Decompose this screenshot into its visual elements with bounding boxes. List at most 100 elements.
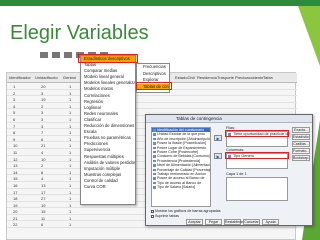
table-cell[interactable]: 1 [69, 163, 71, 168]
table-cell[interactable]: 3 [41, 91, 43, 96]
table-cell[interactable]: 3 [41, 124, 43, 129]
dialog-side-button[interactable]: Casillas... [292, 140, 310, 147]
decoration-triangle-top [298, 6, 320, 66]
table-cell[interactable]: 21 [41, 143, 45, 148]
table-cell[interactable]: 6 [13, 117, 15, 122]
table-cell[interactable]: 11 [41, 216, 45, 221]
table-cell[interactable]: 15 [41, 209, 45, 214]
table-row[interactable]: 4 2 1 [7, 103, 297, 110]
table-cell[interactable]: 8 [13, 130, 15, 135]
table-cell[interactable]: 16 [13, 183, 17, 188]
menu-item[interactable]: Análisis de valores perdidos [81, 160, 135, 166]
table-cell[interactable]: 1 [69, 150, 71, 155]
table-cell[interactable]: 17 [13, 190, 17, 195]
table-cell[interactable]: 1 [69, 196, 71, 201]
table-cell[interactable]: 11 [13, 150, 17, 155]
variable-list[interactable]: Identificación del cuestionario Unidad Es… [151, 127, 211, 207]
table-cell[interactable]: 1 [69, 203, 71, 208]
table-cell[interactable]: 20 [41, 84, 45, 89]
dialog-side-button[interactable]: Formato... [292, 147, 310, 154]
col-header[interactable]: Precioaccidente [235, 75, 263, 80]
col-header[interactable]: Residencia [197, 75, 217, 80]
table-cell[interactable]: 2 [41, 104, 43, 109]
table-cell[interactable]: 17 [41, 190, 45, 195]
bar-chart-checkbox[interactable]: Mostrar los gráficos de barras agrupadas [151, 209, 221, 213]
table-row[interactable]: 3 19 1 [7, 96, 297, 103]
dialog-bottom-button[interactable]: Cancelar [243, 219, 260, 225]
table-cell[interactable]: 1 [69, 110, 71, 115]
table-cell[interactable]: 1 [13, 84, 15, 89]
table-cell[interactable]: 1 [69, 183, 71, 188]
table-cell[interactable]: 1 [69, 176, 71, 181]
table-cell[interactable]: 1 [69, 104, 71, 109]
dialog-side-button[interactable]: Estadísticos... [292, 133, 310, 140]
table-cell[interactable]: 20 [13, 209, 17, 214]
table-cell[interactable]: 10 [13, 143, 17, 148]
table-cell[interactable]: 19 [41, 203, 45, 208]
table-cell[interactable]: 19 [13, 203, 17, 208]
table-cell[interactable]: 4 [41, 150, 43, 155]
table-cell[interactable]: 1 [69, 216, 71, 221]
col-header[interactable]: Tabla [263, 75, 273, 80]
move-to-columns-button[interactable]: ▶ [214, 153, 222, 159]
dialog-bottom-button[interactable]: Ayuda [262, 219, 279, 225]
table-cell[interactable]: 6 [41, 137, 43, 142]
table-cell[interactable]: 6 [41, 222, 43, 227]
table-cell[interactable]: 9 [13, 137, 15, 142]
table-cell[interactable]: 6 [41, 170, 43, 175]
table-cell[interactable]: 3 [41, 117, 43, 122]
table-cell[interactable]: 7 [41, 130, 43, 135]
table-cell[interactable]: 1 [69, 143, 71, 148]
table-cell[interactable]: 1 [69, 157, 71, 162]
col-header[interactable]: EstadoCivil [175, 75, 195, 80]
table-cell[interactable]: 2 [41, 163, 43, 168]
table-cell[interactable]: 4 [41, 176, 43, 181]
table-cell[interactable]: 12 [13, 157, 17, 162]
print-icon[interactable] [64, 52, 72, 58]
table-cell[interactable]: 3 [13, 97, 15, 102]
table-cell[interactable]: 5 [13, 110, 15, 115]
dialog-bottom-button[interactable]: Restablecer [224, 219, 244, 225]
col-header[interactable]: Gentroi [63, 75, 76, 80]
table-cell[interactable]: 15 [13, 176, 17, 181]
table-cell[interactable]: 21 [13, 216, 17, 221]
table-cell[interactable]: 1 [69, 222, 71, 227]
table-cell[interactable]: 18 [13, 196, 17, 201]
table-cell[interactable]: 1 [69, 91, 71, 96]
open-icon[interactable] [40, 52, 48, 58]
dialog-side-button[interactable]: Bootstrap... [292, 154, 310, 161]
table-cell[interactable]: 1 [69, 137, 71, 142]
variable-item[interactable]: Tipo de Salario [Salario] [152, 185, 210, 189]
table-cell[interactable]: 13 [41, 183, 45, 188]
col-header[interactable]: Identificador [9, 75, 31, 80]
table-cell[interactable]: 1 [69, 130, 71, 135]
table-cell[interactable]: 4 [13, 104, 15, 109]
col-header[interactable]: Trasporte [217, 75, 234, 80]
table-cell[interactable]: 14 [13, 170, 17, 175]
table-cell[interactable]: 1 [69, 117, 71, 122]
layer-box[interactable] [226, 177, 288, 201]
dialog-side-button[interactable]: Exacta... [292, 127, 310, 133]
table-cell[interactable]: 19 [41, 97, 45, 102]
table-cell[interactable]: 1 [69, 209, 71, 214]
table-cell[interactable]: 27 [41, 196, 45, 201]
table-cell[interactable]: 1 [69, 97, 71, 102]
menu-item[interactable]: Curva COR [81, 184, 135, 190]
table-cell[interactable]: 1 [69, 124, 71, 129]
table-cell[interactable]: 13 [13, 163, 17, 168]
table-cell[interactable]: 1 [69, 84, 71, 89]
col-header[interactable]: Unidadfructo [35, 75, 58, 80]
table-cell[interactable]: 22 [13, 222, 17, 227]
table-cell[interactable]: 10 [41, 157, 45, 162]
dialog-bottom-button[interactable]: Aceptar [186, 219, 203, 225]
table-cell[interactable]: 7 [13, 124, 15, 129]
save-icon[interactable] [52, 52, 60, 58]
dialog-bottom-button[interactable]: Pegar [205, 219, 222, 225]
suppress-tables-checkbox[interactable]: Suprimir tablas [151, 214, 179, 218]
table-cell[interactable]: 2 [13, 91, 15, 96]
table-cell[interactable]: 1 [69, 190, 71, 195]
table-cell[interactable]: 3 [41, 110, 43, 115]
checkbox-icon [151, 214, 154, 218]
table-cell[interactable]: 1 [69, 170, 71, 175]
move-to-rows-button[interactable]: ▶ [214, 135, 222, 141]
